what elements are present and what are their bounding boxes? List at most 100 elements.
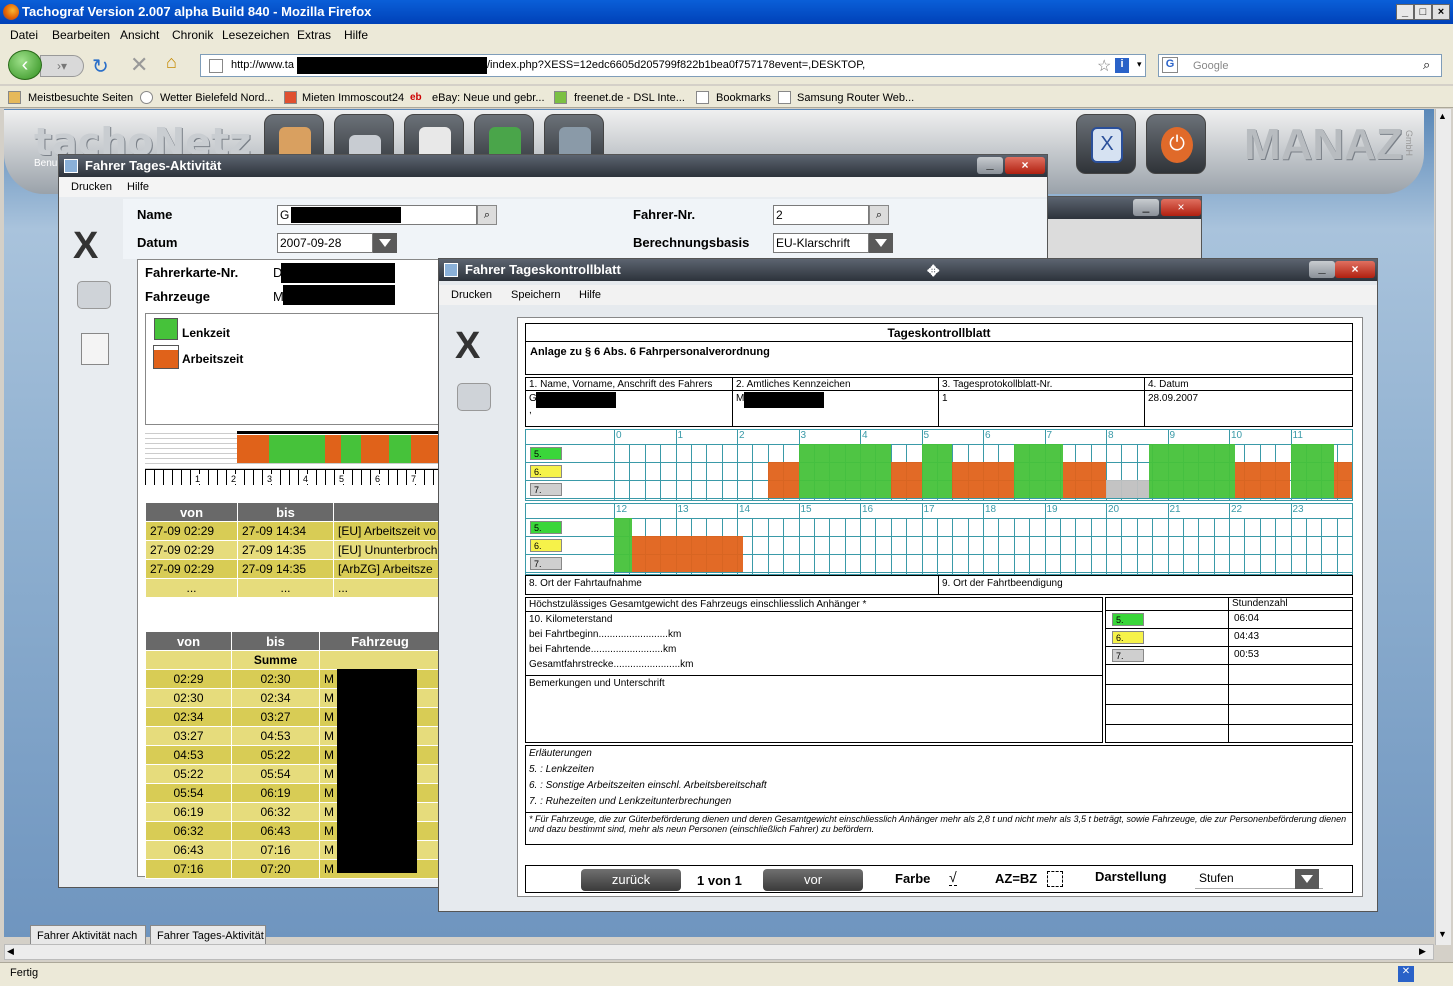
printer-icon[interactable] (457, 383, 491, 411)
grid-line (1352, 430, 1353, 500)
bookmark-star-icon[interactable]: ☆ (1097, 56, 1111, 76)
move-icon[interactable]: ✥ (927, 262, 940, 280)
table-row[interactable]: 27-09 02:29 27-09 14:35 [EU] Ununterbroch (145, 540, 441, 560)
grid-row-line (526, 498, 1352, 499)
erlaeuterungen-box: Erläuterungen 5. : Lenkzeiten 6. : Sonst… (525, 745, 1353, 845)
scroll-down-icon[interactable]: ▼ (1438, 929, 1447, 939)
bookmark-item[interactable]: freenet.de - DSL Inte... (574, 92, 685, 104)
menu-ansicht[interactable]: Ansicht (120, 28, 159, 42)
basis-field[interactable]: EU-Klarschrift (773, 233, 869, 253)
scroll-up-icon[interactable]: ▲ (1438, 111, 1447, 121)
field-header: 3. Tagesprotokollblatt-Nr. (942, 379, 1053, 390)
bookmark-item[interactable]: Samsung Router Web... (797, 92, 914, 104)
menu-datei[interactable]: Datei (10, 28, 38, 42)
search-icon[interactable]: ⌕ (869, 205, 889, 225)
hours-work: 04:43 (1234, 631, 1260, 642)
menu-drucken[interactable]: Drucken (71, 181, 112, 193)
menu-drucken[interactable]: Drucken (451, 289, 492, 301)
close-x-icon[interactable]: X (73, 225, 98, 268)
field-header: 2. Amtliches Kennzeichen (736, 379, 851, 390)
document-icon[interactable] (81, 333, 109, 365)
close-button[interactable]: × (1005, 157, 1045, 174)
close-button[interactable]: × (1335, 261, 1375, 278)
menu-bar: Datei Bearbeiten Ansicht Chronik Lesezei… (0, 24, 1453, 46)
grid-line (614, 430, 615, 500)
tab-tages-aktivitaet[interactable]: Fahrer Tages-Aktivität (150, 925, 266, 945)
fahrer-nr-field[interactable]: 2 (773, 205, 869, 225)
menu-bearbeiten[interactable]: Bearbeiten (52, 28, 110, 42)
minimize-button[interactable]: _ (1133, 199, 1159, 216)
prev-button[interactable]: zurück (581, 869, 681, 891)
work-icon: 6. (530, 465, 562, 478)
next-button[interactable]: vor (763, 869, 863, 891)
violations-table: von bis 27-09 02:29 27-09 14:34 [EU] Arbeit… (145, 502, 441, 598)
minimize-button[interactable]: _ (1309, 261, 1335, 278)
activity-grid-am: 0 1 2 3 4 5 6 7 8 9 10 11 5. 6. 7. (525, 429, 1353, 501)
printer-icon[interactable] (77, 281, 111, 309)
menu-extras[interactable]: Extras (297, 28, 331, 42)
scroll-right-icon[interactable]: ▶ (1419, 946, 1426, 957)
menu-hilfe[interactable]: Hilfe (344, 28, 368, 42)
menu-chronik[interactable]: Chronik (172, 28, 213, 42)
bookmark-item[interactable]: eBay: Neue und gebr... (432, 92, 545, 104)
minimize-button[interactable]: _ (1396, 4, 1414, 20)
back-button[interactable]: ‹ (8, 50, 42, 80)
table-row[interactable]: ......... (145, 578, 441, 598)
search-placeholder: Google (1193, 60, 1229, 72)
erl-item: 7. : Ruhezeiten und Lenkzeitunterbrechun… (529, 796, 732, 807)
addon-icon[interactable]: ✕ (1398, 966, 1414, 982)
scroll-left-icon[interactable]: ◀ (7, 946, 14, 957)
grid-line (644, 444, 646, 500)
stop-icon[interactable]: ✕ (130, 52, 148, 78)
prev-label: zurück (611, 872, 651, 887)
close-x-icon[interactable]: X (455, 325, 480, 368)
tab-fahrer-aktivitaet[interactable]: Fahrer Aktivität nach (30, 925, 146, 945)
reload-icon[interactable]: ↻ (92, 54, 109, 79)
menu-hilfe[interactable]: Hilfe (127, 181, 149, 193)
bookmark-item[interactable]: Bookmarks (716, 92, 771, 104)
bookmark-item[interactable]: Wetter Bielefeld Nord... (160, 92, 274, 104)
menu-speichern[interactable]: Speichern (511, 289, 561, 301)
datum-field[interactable]: 2007-09-28 (277, 233, 373, 253)
home-icon[interactable]: ⌂ (166, 52, 177, 73)
google-icon[interactable]: G (1162, 57, 1178, 73)
col-divider (938, 576, 939, 594)
vertical-scrollbar[interactable]: ▲ ▼ (1435, 109, 1451, 945)
cell: 02:30 (231, 669, 320, 689)
bookmark-item[interactable]: Mieten Immoscout24 (302, 92, 404, 104)
url-dropdown-icon[interactable]: ▾ (1137, 59, 1142, 70)
table-row[interactable]: 27-09 02:29 27-09 14:34 [EU] Arbeitszeit v… (145, 521, 441, 541)
hour-label: 23 (1292, 504, 1304, 515)
bookmark-item[interactable]: Meistbesuchte Seiten (28, 92, 133, 104)
cell: 02:30 (145, 688, 232, 708)
summe-label: Summe (231, 650, 320, 670)
search-bar[interactable]: G Google ⌕ (1158, 54, 1442, 77)
maximize-button[interactable]: □ (1414, 4, 1432, 20)
minimize-button[interactable]: _ (977, 157, 1003, 174)
search-icon[interactable]: ⌕ (1423, 57, 1430, 73)
protokoll-value: 1 (942, 393, 948, 404)
menu-hilfe[interactable]: Hilfe (579, 289, 601, 301)
info-icon[interactable]: i (1115, 58, 1129, 73)
close-windows-button[interactable]: X (1076, 114, 1136, 174)
logout-button[interactable]: ⏻ (1146, 114, 1206, 174)
menu-lesezeichen[interactable]: Lesezeichen (222, 28, 289, 42)
table-row[interactable]: 27-09 02:29 27-09 14:35 [ArbZG] Arbeitsze (145, 559, 441, 579)
forward-button[interactable]: ›▾ (40, 55, 84, 77)
page-icon (209, 59, 223, 73)
search-icon[interactable]: ⌕ (477, 205, 497, 225)
url-bar[interactable]: http://www.ta /index.php?XESS=12edc6605d… (200, 54, 1146, 77)
close-button[interactable]: × (1432, 4, 1450, 20)
grid-line (675, 430, 677, 500)
basis-dropdown-icon[interactable] (869, 233, 893, 253)
close-button[interactable]: × (1161, 199, 1201, 216)
grid-line (967, 518, 969, 574)
datum-dropdown-icon[interactable] (373, 233, 397, 253)
azbz-checkbox[interactable] (1047, 871, 1063, 887)
farbe-checkbox[interactable]: √ (949, 869, 957, 886)
darstellung-dropdown-icon[interactable] (1295, 869, 1319, 889)
fahrzeuge-redaction (283, 285, 395, 305)
window-title-bar: Fahrer Tageskontrollblatt ✥ _ × (439, 259, 1377, 281)
grid-line (1167, 504, 1169, 574)
horizontal-scrollbar[interactable]: ◀ ▶ (4, 944, 1434, 960)
